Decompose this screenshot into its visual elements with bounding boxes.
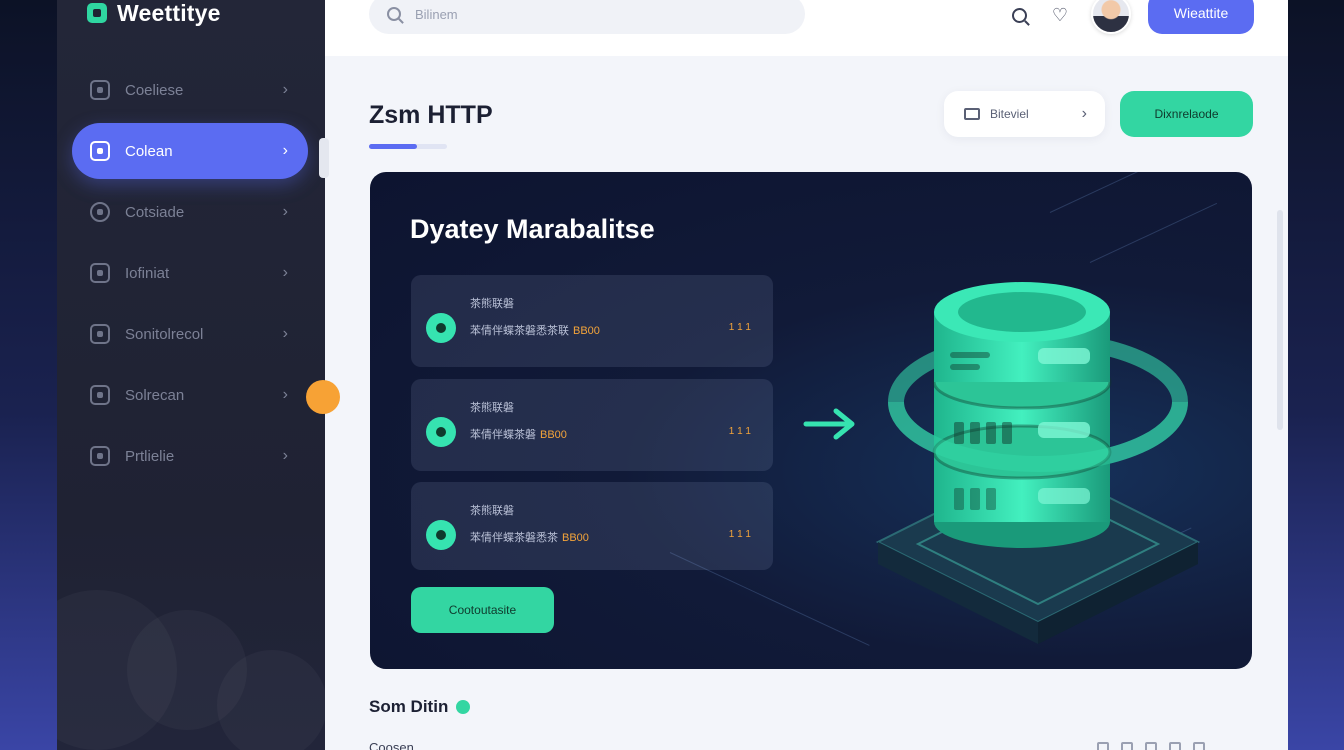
hero-card: Dyatey Marabalitse 茶熊联磐 苯倩伴蝶茶磐悉茶联 BB00 1 …: [370, 172, 1252, 669]
secondary-action-button[interactable]: Biteviel ›: [944, 91, 1105, 137]
sidebar-item-4[interactable]: Sonitolrecol ›: [72, 306, 308, 362]
section-title-text: Som Ditin: [369, 697, 449, 716]
search-icon: [387, 7, 401, 21]
step-tag: 1 1 1: [728, 529, 751, 540]
sidebar-decoration: [217, 650, 325, 750]
avatar[interactable]: [1091, 0, 1131, 34]
brand[interactable]: Weettitye: [87, 0, 221, 26]
chevron-right-icon: ›: [282, 264, 288, 281]
chevron-right-icon: ›: [282, 325, 288, 342]
title-underline: [369, 144, 447, 149]
topbar: Bilinem ♡ Wieattite: [325, 0, 1288, 56]
grid-icon: [964, 108, 980, 120]
step-status-icon: [426, 313, 456, 343]
globe-icon: [90, 202, 110, 222]
action-icon[interactable]: [1097, 742, 1109, 750]
step-body: 苯倩伴蝶茶磐悉茶 BB00: [470, 529, 589, 545]
sidebar-item-6[interactable]: Prtlielie ›: [72, 428, 308, 484]
folder-icon: [90, 263, 110, 283]
chevron-right-icon: ›: [282, 81, 288, 98]
step-card[interactable]: 茶熊联磐 苯倩伴蝶茶磐悉茶联 BB00 1 1 1: [411, 275, 773, 367]
step-tag: 1 1 1: [728, 426, 751, 437]
row-label: Coosen: [369, 740, 414, 750]
step-body: 苯倩伴蝶茶磐 BB00: [470, 426, 567, 442]
sidebar-item-label: Colean: [125, 142, 173, 160]
action-icon[interactable]: [1145, 742, 1157, 750]
chevron-right-icon: ›: [1081, 105, 1087, 122]
chevron-right-icon: ›: [282, 447, 288, 464]
settings-icon: [90, 80, 110, 100]
sidebar-item-5[interactable]: Solrecan ›: [72, 367, 308, 423]
hero-title: Dyatey Marabalitse: [410, 214, 655, 244]
secondary-action-label: Biteviel: [990, 107, 1029, 121]
app-frame: Weettitye Coeliese › Colean › Cotsiade ›…: [57, 0, 1288, 750]
hero-cta-button[interactable]: Cootoutasite: [411, 587, 554, 633]
step-status-icon: [426, 520, 456, 550]
sidebar-item-label: Cotsiade: [125, 203, 185, 221]
heart-icon[interactable]: ♡: [1049, 4, 1071, 26]
step-card[interactable]: 茶熊联磐 苯倩伴蝶茶磐 BB00 1 1 1: [411, 379, 773, 471]
search-icon[interactable]: [1008, 4, 1030, 26]
chevron-right-icon: ›: [282, 142, 288, 159]
step-body: 苯倩伴蝶茶磐悉茶联 BB00: [470, 322, 600, 338]
sidebar-item-label: Prtlielie: [125, 447, 175, 465]
step-body-text: 苯倩伴蝶茶磐悉茶联: [470, 325, 569, 337]
sidebar-nav: Coeliese › Colean › Cotsiade › Iofiniat …: [72, 62, 308, 489]
action-icon[interactable]: [1169, 742, 1181, 750]
section-title: Som Ditin: [369, 697, 471, 717]
sidebar-item-0[interactable]: Coeliese ›: [72, 62, 308, 118]
sidebar-resize-handle[interactable]: [319, 138, 329, 178]
arrow-right-icon: [803, 408, 855, 440]
step-card[interactable]: 茶熊联磐 苯倩伴蝶茶磐悉茶 BB00 1 1 1: [411, 482, 773, 570]
top-primary-button[interactable]: Wieattite: [1148, 0, 1254, 34]
floating-indicator[interactable]: [306, 380, 340, 414]
sidebar-item-2[interactable]: Cotsiade ›: [72, 184, 308, 240]
step-body-text: 苯倩伴蝶茶磐: [470, 429, 536, 441]
action-icon[interactable]: [1193, 742, 1205, 750]
brand-name: Weettitye: [117, 0, 221, 26]
document-icon: [90, 324, 110, 344]
step-value: BB00: [573, 325, 600, 337]
step-body-text: 苯倩伴蝶茶磐悉茶: [470, 532, 558, 544]
database-icon: [90, 141, 110, 161]
step-heading: 茶熊联磐: [470, 505, 514, 517]
step-heading: 茶熊联磐: [470, 298, 514, 310]
step-status-icon: [426, 417, 456, 447]
sidebar-item-label: Iofiniat: [125, 264, 170, 282]
step-value: BB00: [562, 532, 589, 544]
sidebar-item-3[interactable]: Iofiniat ›: [72, 245, 308, 301]
database-illustration: [875, 282, 1201, 644]
sidebar-item-label: Solrecan: [125, 386, 185, 404]
page-title: Zsm HTTP: [369, 101, 493, 129]
chevron-right-icon: ›: [282, 203, 288, 220]
search-bar[interactable]: Bilinem: [369, 0, 805, 34]
sidebar-item-label: Sonitolrecol: [125, 325, 204, 343]
sidebar-item-1[interactable]: Colean ›: [72, 123, 308, 179]
users-icon: [90, 446, 110, 466]
primary-action-button[interactable]: Dixnrelaode: [1120, 91, 1253, 137]
row-actions: [1097, 742, 1205, 750]
sidebar: Weettitye Coeliese › Colean › Cotsiade ›…: [57, 0, 325, 750]
step-heading: 茶熊联磐: [470, 402, 514, 414]
sidebar-item-label: Coeliese: [125, 81, 184, 99]
scrollbar[interactable]: [1277, 210, 1283, 430]
step-value: BB00: [540, 429, 567, 441]
terminal-icon: [90, 385, 110, 405]
chevron-right-icon: ›: [282, 386, 288, 403]
status-badge: [456, 700, 471, 714]
brand-logo-icon: [87, 3, 107, 23]
decor-streak: [1049, 172, 1196, 213]
search-input[interactable]: Bilinem: [415, 7, 458, 22]
action-icon[interactable]: [1121, 742, 1133, 750]
step-tag: 1 1 1: [728, 322, 751, 333]
